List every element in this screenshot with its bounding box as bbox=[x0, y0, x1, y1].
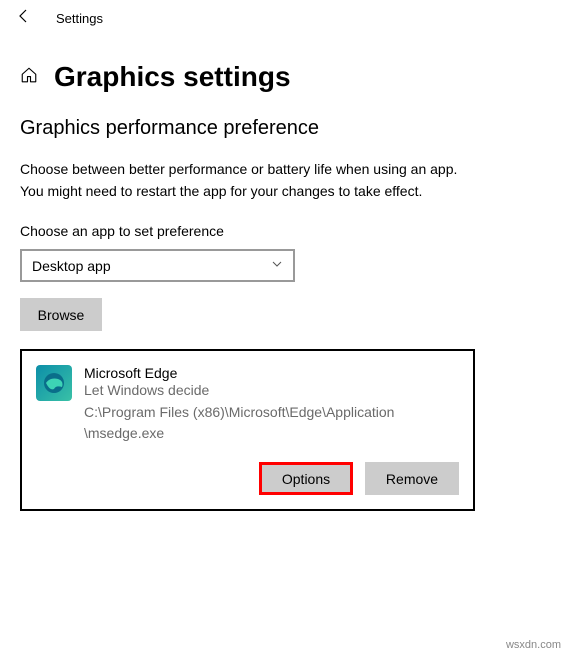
header-bar: Settings bbox=[0, 0, 569, 37]
app-name: Microsoft Edge bbox=[84, 365, 459, 381]
app-info-row: Microsoft Edge Let Windows decide C:\Pro… bbox=[36, 365, 459, 444]
edge-icon bbox=[36, 365, 72, 401]
section-heading: Graphics performance preference bbox=[20, 117, 549, 140]
home-icon[interactable] bbox=[20, 66, 38, 89]
dropdown-selected: Desktop app bbox=[32, 258, 111, 274]
app-path: C:\Program Files (x86)\Microsoft\Edge\Ap… bbox=[84, 402, 459, 444]
browse-button[interactable]: Browse bbox=[20, 298, 102, 331]
subdescription-text: You might need to restart the app for yo… bbox=[20, 182, 549, 202]
browse-label: Browse bbox=[38, 307, 85, 323]
header-title: Settings bbox=[56, 11, 103, 26]
chooser-label: Choose an app to set preference bbox=[20, 223, 549, 239]
page-title: Graphics settings bbox=[54, 61, 291, 93]
remove-button[interactable]: Remove bbox=[365, 462, 459, 495]
app-type-dropdown[interactable]: Desktop app bbox=[20, 249, 295, 282]
app-text-block: Microsoft Edge Let Windows decide C:\Pro… bbox=[84, 365, 459, 444]
options-button[interactable]: Options bbox=[259, 462, 353, 495]
chevron-down-icon bbox=[271, 257, 283, 275]
page-title-row: Graphics settings bbox=[0, 37, 569, 101]
back-arrow-icon[interactable] bbox=[16, 8, 32, 29]
description-text: Choose between better performance or bat… bbox=[20, 160, 549, 180]
content-area: Graphics performance preference Choose b… bbox=[0, 101, 569, 527]
options-label: Options bbox=[282, 471, 330, 487]
app-preference: Let Windows decide bbox=[84, 382, 459, 398]
remove-label: Remove bbox=[386, 471, 438, 487]
app-buttons-row: Options Remove bbox=[36, 462, 459, 495]
watermark: wsxdn.com bbox=[506, 639, 561, 651]
app-card: Microsoft Edge Let Windows decide C:\Pro… bbox=[20, 349, 475, 511]
